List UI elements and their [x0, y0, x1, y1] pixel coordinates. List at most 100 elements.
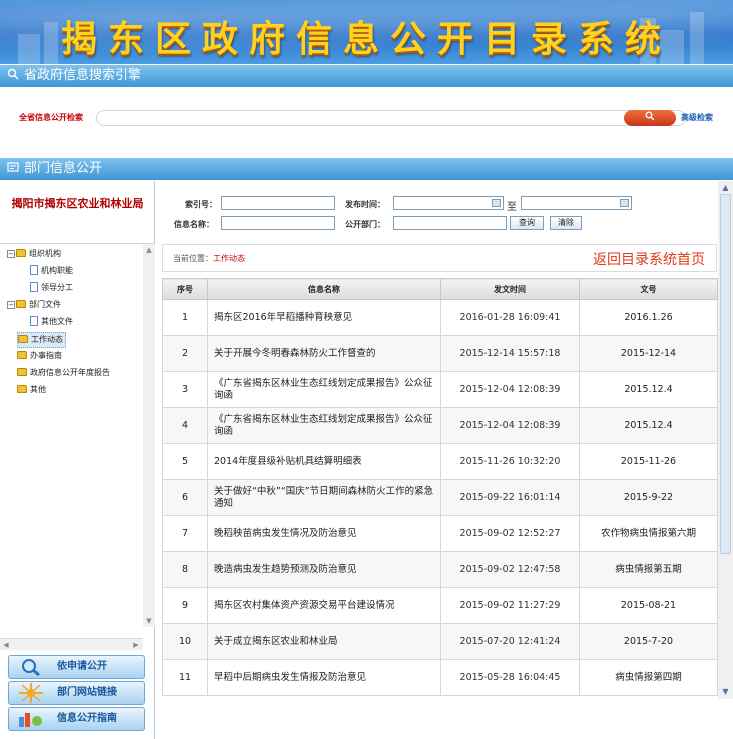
tree-vertical-scrollbar[interactable]: ▲ ▼ [143, 244, 155, 627]
row-doc-number: 2015-7-20 [579, 623, 718, 660]
row-title-link[interactable]: 揭东区2016年早稻播种育秧意见 [207, 299, 441, 336]
province-search-input[interactable] [96, 110, 686, 126]
row-number: 2 [162, 335, 208, 372]
table-row[interactable]: 7 晚稻秧苗病虫发生情况及防治意见 2015-09-02 12:52:27 农作物病虫… [162, 515, 718, 552]
scroll-left-icon[interactable]: ◀ [1, 640, 11, 650]
advanced-search-link[interactable]: 高级检索 [681, 112, 713, 123]
row-date: 2015-12-14 15:57:18 [440, 335, 580, 372]
dept-links-button[interactable]: 部门网站链接 [8, 681, 145, 705]
index-number-label: 索引号： [185, 200, 217, 209]
row-doc-number: 2015-11-26 [579, 443, 718, 480]
folder-icon [17, 385, 27, 393]
table-row[interactable]: 1 揭东区2016年早稻播种育秧意见 2016-01-28 16:09:41 2016… [162, 299, 718, 336]
table-row[interactable]: 8 晚造病虫发生趋势预测及防治意见 2015-09-02 12:47:58 病虫情报第… [162, 551, 718, 588]
scrollbar-thumb[interactable] [720, 194, 731, 554]
row-title-link[interactable]: 关于成立揭东区农业和林业局 [207, 623, 441, 660]
row-doc-number: 2015.12.4 [579, 407, 718, 444]
tree-item-label: 组织机构 [29, 249, 61, 258]
province-search-bar: 省政府信息搜索引擎 [0, 65, 733, 87]
tree-item-org[interactable]: − 组织机构 [7, 246, 61, 262]
tree-horizontal-scrollbar[interactable]: ◀ ▶ [0, 638, 143, 650]
category-tree: − 组织机构 机构职能 领导分工 − 部门文件 其他文件 工作动态 办事指南 政府信… [0, 243, 155, 650]
tree-item-dept-docs[interactable]: − 部门文件 [7, 297, 61, 313]
collapse-icon[interactable]: − [7, 301, 15, 309]
breadcrumb-label: 当前位置：工作动态 [173, 253, 245, 264]
tree-item-functions[interactable]: 机构职能 [30, 263, 73, 279]
row-title-link[interactable]: 晚造病虫发生趋势预测及防治意见 [207, 551, 441, 588]
row-number: 5 [162, 443, 208, 480]
province-search-button[interactable] [624, 110, 676, 126]
table-row[interactable]: 11 早稻中后期病虫发生情报及防治意见 2015-05-28 16:04:45 病虫情… [162, 659, 718, 696]
table-row[interactable]: 9 揭东区农村集体资产资源交易平台建设情况 2015-09-02 11:27:29 2… [162, 587, 718, 624]
table-row[interactable]: 5 2014年度县级补贴机具结算明细表 2015-11-26 10:32:20 201… [162, 443, 718, 480]
search-icon [7, 68, 19, 80]
row-number: 11 [162, 659, 208, 696]
document-icon [30, 282, 38, 292]
tree-item-label: 其他文件 [41, 317, 73, 326]
end-date-input[interactable] [521, 196, 632, 210]
row-title-link[interactable]: 晚稻秧苗病虫发生情况及防治意见 [207, 515, 441, 552]
guide-icon [19, 713, 42, 727]
row-title-link[interactable]: 2014年度县级补贴机具结算明细表 [207, 443, 441, 480]
results-table: 序号 信息名称 发文时间 文号 1 揭东区2016年早稻播种育秧意见 2016-01… [162, 278, 718, 696]
row-title-link[interactable]: 关于做好“中秋”“国庆”节日期间森林防火工作的紧急通知 [207, 479, 441, 516]
folder-icon [17, 368, 27, 376]
tree-item-other[interactable]: 其他 [17, 382, 46, 398]
province-search-title: 省政府信息搜索引擎 [24, 68, 142, 83]
info-name-input[interactable] [221, 216, 335, 230]
scroll-up-icon[interactable]: ▲ [144, 245, 154, 255]
row-date: 2015-07-20 12:41:24 [440, 623, 580, 660]
calendar-icon[interactable] [492, 199, 501, 207]
tree-item-label: 领导分工 [41, 283, 73, 292]
clear-button[interactable]: 清除 [550, 216, 582, 230]
start-date-input[interactable] [393, 196, 504, 210]
row-title-link[interactable]: 揭东区农村集体资产资源交易平台建设情况 [207, 587, 441, 624]
folder-icon [16, 249, 26, 257]
row-date: 2015-12-04 12:08:39 [440, 371, 580, 408]
row-doc-number: 2015-9-22 [579, 479, 718, 516]
disclosure-dept-label: 公开部门： [345, 220, 385, 229]
row-doc-number: 农作物病虫情报第六期 [579, 515, 718, 552]
dept-info-bar: 部门信息公开 [0, 158, 733, 180]
row-date: 2016-01-28 16:09:41 [440, 299, 580, 336]
table-row[interactable]: 2 关于开展今冬明春森林防火工作督查的 2015-12-14 15:57:18 201… [162, 335, 718, 372]
tree-item-label: 政府信息公开年度报告 [30, 368, 110, 377]
tree-item-work-news[interactable]: 工作动态 [17, 332, 66, 348]
scroll-down-icon[interactable]: ▼ [720, 686, 731, 697]
network-link-icon [19, 683, 43, 703]
row-doc-number: 2015-08-21 [579, 587, 718, 624]
row-number: 3 [162, 371, 208, 408]
table-row[interactable]: 6 关于做好“中秋”“国庆”节日期间森林防火工作的紧急通知 2015-09-22 1… [162, 479, 718, 516]
tree-item-annual-report[interactable]: 政府信息公开年度报告 [17, 365, 110, 381]
disclosure-guide-button[interactable]: 信息公开指南 [8, 707, 145, 731]
row-title-link[interactable]: 《广东省揭东区林业生态红线划定成果报告》公众征询函 [207, 407, 441, 444]
province-search-row: 全省信息公开检索 高级检索 [0, 108, 733, 128]
tree-item-guide[interactable]: 办事指南 [17, 348, 62, 364]
province-search-label: 全省信息公开检索 [19, 113, 83, 122]
table-row[interactable]: 10 关于成立揭东区农业和林业局 2015-07-20 12:41:24 2015-7… [162, 623, 718, 660]
scroll-down-icon[interactable]: ▼ [144, 616, 154, 626]
row-title-link[interactable]: 《广东省揭东区林业生态红线划定成果报告》公众征询函 [207, 371, 441, 408]
return-home-link[interactable]: 返回目录系统首页 [593, 249, 705, 269]
query-button[interactable]: 查询 [510, 216, 544, 230]
apply-disclosure-button[interactable]: 依申请公开 [8, 655, 145, 679]
calendar-icon[interactable] [620, 199, 629, 207]
dept-info-title: 部门信息公开 [24, 161, 103, 176]
table-row[interactable]: 3 《广东省揭东区林业生态红线划定成果报告》公众征询函 2015-12-04 12:… [162, 371, 718, 408]
row-title-link[interactable]: 早稻中后期病虫发生情报及防治意见 [207, 659, 441, 696]
tree-item-other-docs[interactable]: 其他文件 [30, 314, 73, 330]
tree-item-leaders[interactable]: 领导分工 [30, 280, 73, 296]
tree-item-label: 办事指南 [30, 351, 62, 360]
disclosure-dept-input[interactable] [393, 216, 507, 230]
index-number-input[interactable] [221, 196, 335, 210]
scroll-right-icon[interactable]: ▶ [131, 640, 141, 650]
collapse-icon[interactable]: − [7, 250, 15, 258]
document-icon [30, 316, 38, 326]
table-row[interactable]: 4 《广东省揭东区林业生态红线划定成果报告》公众征询函 2015-12-04 12:… [162, 407, 718, 444]
department-name: 揭阳市揭东区农业和林业局 [11, 197, 144, 210]
magnifier-icon [22, 659, 40, 677]
row-title-link[interactable]: 关于开展今冬明春森林防火工作督查的 [207, 335, 441, 372]
scroll-up-icon[interactable]: ▲ [720, 182, 731, 193]
breadcrumb-current[interactable]: 工作动态 [213, 254, 245, 263]
main-vertical-scrollbar[interactable]: ▲ ▼ [718, 181, 733, 699]
